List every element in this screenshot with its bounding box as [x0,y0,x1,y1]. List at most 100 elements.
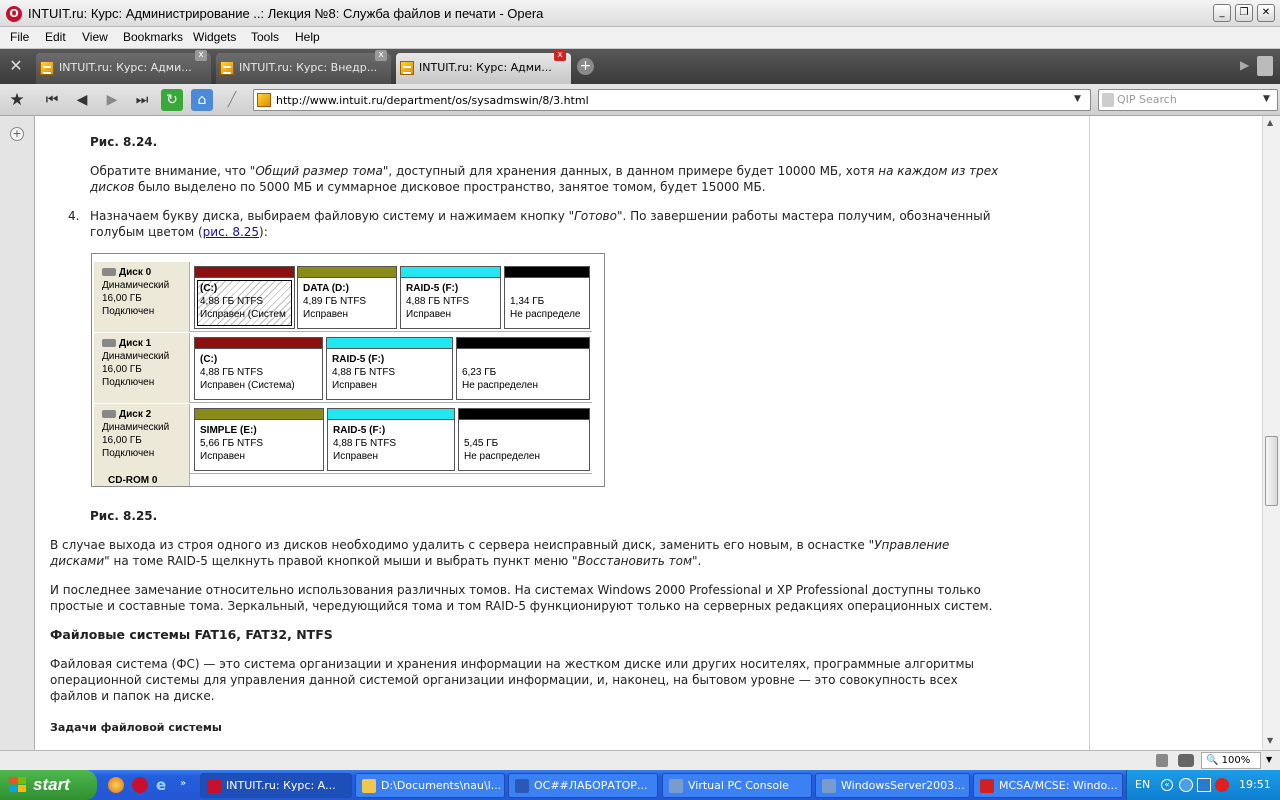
paragraph-4-line-3: файлов и папок на диске. [50,689,215,703]
wand-icon[interactable]: ╱ [221,89,243,111]
taskbar-button[interactable]: WindowsServer2003... [815,773,970,798]
tray-app-icon[interactable] [1197,778,1211,792]
taskbar-button-label: Virtual PC Console [688,779,789,792]
tab-bar: ✕ INTUIT.ru: Курс: Адми... x INTUIT.ru: … [0,49,1280,84]
taskbar-button[interactable]: Virtual PC Console [662,773,812,798]
camera-icon[interactable] [1178,754,1194,767]
search-input[interactable] [1117,93,1257,106]
taskbar-button[interactable]: ОС##ЛАБОРАТОР... [508,773,658,798]
volume-partition[interactable]: DATA (D:) 4,89 ГБ NTFS Исправен [297,266,397,329]
network-icon[interactable] [1179,778,1193,792]
tab-close-icon[interactable]: x [375,50,387,61]
zoom-value: 100% [1221,755,1251,766]
rewind-icon[interactable]: ⏮ [41,89,63,111]
volume-partition[interactable]: SIMPLE (E:) 5,66 ГБ NTFS Исправен [194,408,324,471]
opera-icon [207,779,221,793]
quicklaunch-expand-icon[interactable]: » [180,778,192,792]
paragraph-2-line-2: дисками" на томе RAID-5 щелкнуть правой … [50,553,701,569]
menu-tools[interactable]: Tools [251,30,279,44]
menu-help[interactable]: Help [295,30,320,44]
tray-expand-icon[interactable]: « [1161,779,1173,791]
fast-forward-icon[interactable]: ⏭ [131,89,153,111]
antivirus-icon[interactable] [1215,778,1229,792]
disk-header[interactable]: Диск 2 Динамический 16,00 ГБ Подключен [94,404,190,474]
home-icon[interactable]: ⌂ [191,89,213,111]
chevron-down-icon[interactable]: ▼ [1263,94,1270,104]
volume-partition[interactable]: RAID-5 (F:) 4,88 ГБ NTFS Исправен [327,408,455,471]
menu-file[interactable]: File [10,30,29,44]
volume-partition[interactable]: 6,23 ГБ Не распределен [456,337,590,400]
tools-icon[interactable]: ✕ [6,56,26,76]
page-scrollbar[interactable]: ▲ ▼ [1262,116,1280,750]
volume-partition[interactable]: RAID-5 (F:) 4,88 ГБ NTFS Исправен [400,266,501,329]
tab-2[interactable]: INTUIT.ru: Курс: Внедр... [216,53,391,84]
new-tab-button[interactable]: + [577,58,594,75]
paragraph-4-line-1: Файловая система (ФС) — это система орга… [50,657,974,671]
disk-header[interactable]: Диск 0 Динамический 16,00 ГБ Подключен [94,262,190,332]
volume-partition[interactable]: 1,34 ГБ Не распределе [504,266,590,329]
maximize-button[interactable]: ❐ [1235,4,1253,22]
volume-info: (C:) 4,88 ГБ NTFS Исправен (Систем [200,282,286,321]
virtualpc-icon [822,779,836,793]
bookmark-star-icon[interactable]: ★ [6,89,28,111]
add-panel-icon[interactable]: + [10,127,24,141]
forward-icon[interactable]: ▶ [101,89,123,111]
minimize-button[interactable]: _ [1213,4,1231,22]
volume-partition[interactable]: 5,45 ГБ Не распределен [458,408,590,471]
volume-partition[interactable]: (C:) 4,88 ГБ NTFS Исправен (Систем [194,266,295,329]
taskbar-button-label: WindowsServer2003... [841,779,965,792]
side-panel: + [0,116,35,750]
tab-close-icon[interactable]: x [554,50,566,61]
volume-partition[interactable]: RAID-5 (F:) 4,88 ГБ NTFS Исправен [326,337,453,400]
tab-1[interactable]: INTUIT.ru: Курс: Адми... [36,53,211,84]
reload-icon[interactable]: ↻ [161,89,183,111]
menu-edit[interactable]: Edit [45,30,66,44]
volume-state: Исправен [303,309,349,320]
url-text: http://www.intuit.ru/department/os/sysad… [276,94,589,107]
taskbar-button[interactable]: D:\Documents\nau\l... [355,773,505,798]
menu-view[interactable]: View [82,30,108,44]
tab-close-icon[interactable]: x [195,50,207,61]
menu-widgets[interactable]: Widgets [193,30,236,44]
tab-3[interactable]: INTUIT.ru: Курс: Адми... [396,53,571,84]
text: В случае выхода из строя одного из диско… [50,538,875,552]
back-icon[interactable]: ◀ [71,89,93,111]
start-button[interactable]: start [0,770,97,800]
search-engine-icon[interactable] [1102,93,1114,107]
disk-management-figure: Диск 0 Динамический 16,00 ГБ Подключен (C:) 4… [91,253,605,487]
disk-name: Диск 1 [119,338,152,349]
scroll-thumb[interactable] [1265,436,1278,506]
disk-status: Подключен [102,448,155,459]
volume-size: 5,45 ГБ [464,438,499,449]
address-bar[interactable]: http://www.intuit.ru/department/os/sysad… [253,89,1091,111]
volume-size: 4,88 ГБ NTFS [332,367,396,378]
firefox-quicklaunch-icon[interactable] [108,777,124,793]
text-italic: Готово [574,209,617,223]
close-button[interactable]: ✕ [1257,4,1275,22]
scroll-down-icon[interactable]: ▼ [1267,736,1273,745]
chevron-down-icon[interactable]: ▼ [1074,94,1081,104]
disk-header[interactable]: Диск 1 Динамический 16,00 ГБ Подключен [94,333,190,403]
volume-state: Исправен (Система) [200,380,295,391]
zoom-control[interactable]: 🔍 100% [1201,752,1261,769]
opera-quicklaunch-icon[interactable] [132,777,148,793]
tab-menu-icon[interactable]: ▶ [1240,58,1252,75]
disk-name: Диск 2 [119,409,152,420]
menu-bookmarks[interactable]: Bookmarks [123,30,183,44]
taskbar-button[interactable]: INTUIT.ru: Курс: А... [200,773,352,798]
search-box[interactable]: ▼ [1098,89,1278,111]
window-titlebar[interactable]: O INTUIT.ru: Курс: Администрирование ..:… [0,0,1280,27]
chevron-down-icon[interactable]: ▼ [1266,755,1272,764]
disk-type: Динамический [102,280,170,291]
disk-row: Диск 1 Динамический 16,00 ГБ Подключен (C:) 4… [94,333,592,403]
figure-link[interactable]: рис. 8.25 [203,225,259,239]
volume-partition[interactable]: (C:) 4,88 ГБ NTFS Исправен (Система) [194,337,323,400]
ie-quicklaunch-icon[interactable]: e [156,777,172,793]
menu-bar: File Edit View Bookmarks Widgets Tools H… [0,27,1280,49]
taskbar-button[interactable]: MCSA/MCSE: Windo... [973,773,1123,798]
trash-icon[interactable] [1257,56,1273,76]
intuit-favicon-icon [40,61,54,75]
language-indicator[interactable]: EN [1135,778,1150,791]
scroll-up-icon[interactable]: ▲ [1267,118,1273,127]
panel-toggle-icon[interactable] [1156,754,1168,767]
